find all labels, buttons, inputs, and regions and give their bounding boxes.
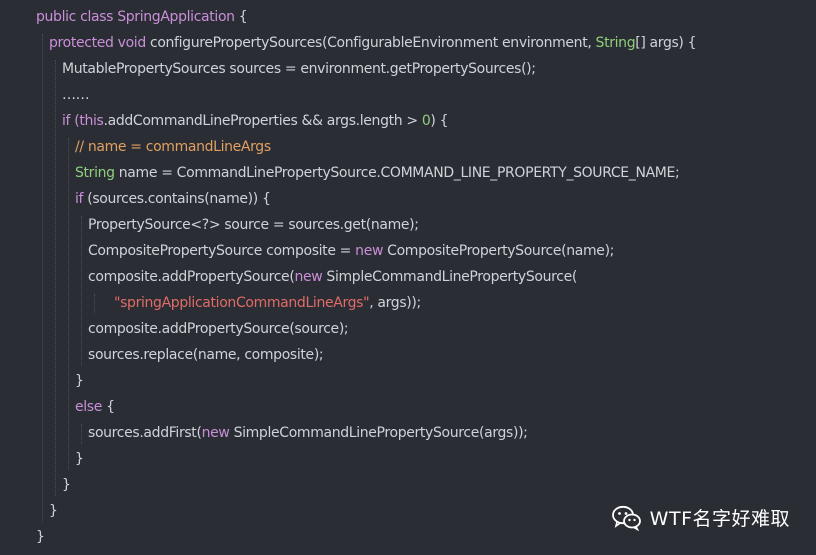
code-token: String <box>75 165 115 181</box>
code-token: [] args) { <box>635 35 697 51</box>
wechat-icon <box>611 505 642 531</box>
code-line: String name = CommandLinePropertySource.… <box>0 160 816 186</box>
code-token: .addCommandLineProperties && args.length… <box>103 113 422 129</box>
code-line: composite.addPropertySource(source); <box>0 316 816 342</box>
indent-guide <box>81 424 82 444</box>
code-token: name = CommandLinePropertySource.COMMAND… <box>114 165 680 181</box>
indent-guide <box>42 34 43 522</box>
code-token: this <box>79 113 104 129</box>
code-token: if <box>75 191 84 207</box>
code-line: public class SpringApplication { <box>0 4 816 30</box>
code-token: , args)); <box>369 295 421 311</box>
code-token: SimpleCommandLinePropertySource( <box>322 269 577 285</box>
code-token: } <box>75 451 84 467</box>
code-token: } <box>62 477 71 493</box>
code-token: { <box>234 9 248 25</box>
indent-guide <box>94 294 95 314</box>
code-token: if ( <box>62 113 80 129</box>
code-line: CompositePropertySource composite = new … <box>0 238 816 264</box>
code-token: else <box>75 399 103 415</box>
code-line: protected void configurePropertySources(… <box>0 30 816 56</box>
code-line: } <box>0 472 816 498</box>
code-token: composite.addPropertySource(source); <box>88 321 349 337</box>
watermark: WTF名字好难取 <box>611 504 790 531</box>
code-line: composite.addPropertySource(new SimpleCo… <box>0 264 816 290</box>
code-token: MutablePropertySources sources = environ… <box>62 61 536 77</box>
code-token: PropertySource<?> source = sources.get(n… <box>88 217 419 233</box>
code-token: } <box>75 373 84 389</box>
code-token: (sources.contains(name)) { <box>83 191 271 207</box>
indent-guide <box>55 60 56 496</box>
code-token: new <box>294 269 323 285</box>
code-token: sources.replace(name, composite); <box>88 347 324 363</box>
code-token: SimpleCommandLinePropertySource(args)); <box>229 425 528 441</box>
code-token: composite.addPropertySource( <box>88 269 295 285</box>
code-line: else { <box>0 394 816 420</box>
code-token: protected void <box>49 35 150 51</box>
code-line: PropertySource<?> source = sources.get(n… <box>0 212 816 238</box>
code-token: CompositePropertySource composite = <box>88 243 356 259</box>
code-line: } <box>0 446 816 472</box>
code-token: SpringApplication <box>117 9 235 25</box>
code-token: } <box>36 529 45 545</box>
code-line: "springApplicationCommandLineArgs", args… <box>0 290 816 316</box>
code-token: String <box>595 35 636 51</box>
code-token: { <box>102 399 115 415</box>
code-token: new <box>355 243 384 259</box>
code-line: sources.addFirst(new SimpleCommandLinePr… <box>0 420 816 446</box>
code-token: public class <box>36 9 118 25</box>
code-token: CompositePropertySource(name); <box>383 243 615 259</box>
watermark-text: WTF名字好难取 <box>649 508 790 530</box>
code-token: "springApplicationCommandLineArgs" <box>114 295 370 311</box>
code-token: new <box>201 425 230 441</box>
code-token: } <box>49 503 58 519</box>
code-line: if (this.addCommandLineProperties && arg… <box>0 108 816 134</box>
code-token: // name = commandLineArgs <box>75 139 271 155</box>
indent-guide <box>68 138 69 470</box>
code-line: // name = commandLineArgs <box>0 134 816 160</box>
code-token: …… <box>62 87 90 103</box>
code-line: MutablePropertySources sources = environ… <box>0 56 816 82</box>
code-line: …… <box>0 82 816 108</box>
code-line: if (sources.contains(name)) { <box>0 186 816 212</box>
code-token: ) { <box>430 113 449 129</box>
code-token: configurePropertySources(ConfigurableEnv… <box>149 35 596 51</box>
code-line: } <box>0 368 816 394</box>
code-line: sources.replace(name, composite); <box>0 342 816 368</box>
code-token: sources.addFirst( <box>88 425 202 441</box>
indent-guide <box>81 216 82 366</box>
code-editor: public class SpringApplication {protecte… <box>0 4 816 550</box>
